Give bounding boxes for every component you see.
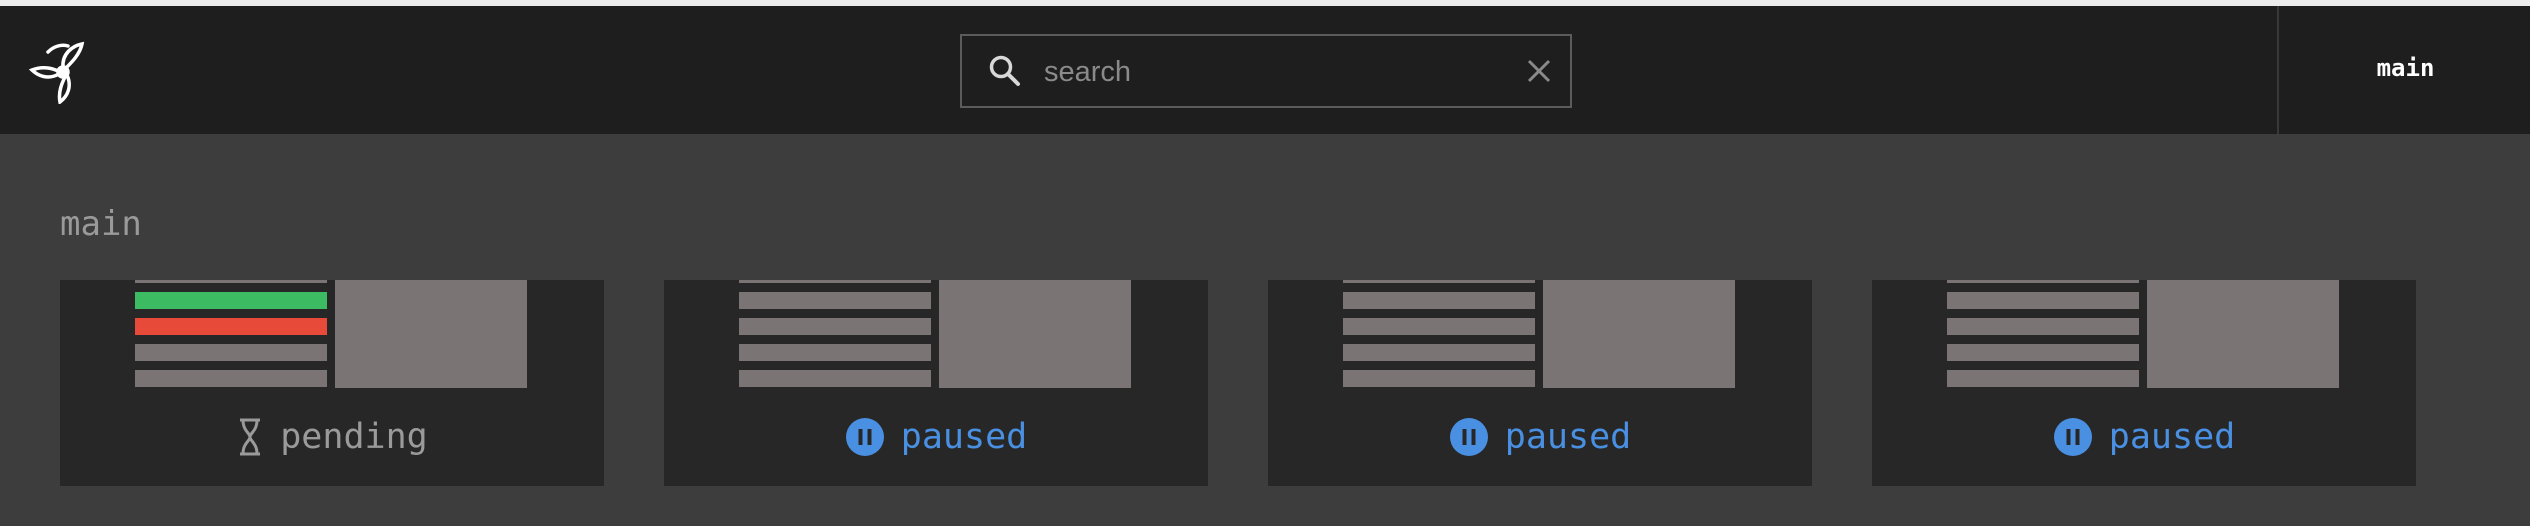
group-title: main [60, 204, 142, 244]
resource-box[interactable] [2147, 280, 2339, 388]
team-label[interactable]: main [2279, 54, 2530, 82]
job-bar[interactable] [1343, 370, 1535, 387]
job-bar[interactable] [1947, 318, 2139, 335]
pipeline-status: pending [60, 414, 604, 460]
pipeline-preview[interactable] [1947, 280, 2339, 388]
job-bar[interactable] [1343, 344, 1535, 361]
concourse-logo-icon[interactable] [28, 40, 98, 106]
job-bar[interactable] [739, 344, 931, 361]
job-bar[interactable] [739, 318, 931, 335]
resource-box[interactable] [335, 280, 527, 388]
job-bar[interactable] [1947, 292, 2139, 309]
job-bar[interactable] [1947, 344, 2139, 361]
job-bars [135, 280, 327, 388]
job-bars [1343, 280, 1535, 388]
pipeline-card[interactable]: pending [60, 280, 604, 486]
top-bar: main [0, 6, 2530, 134]
pipeline-preview[interactable] [1343, 280, 1735, 388]
job-bar[interactable] [1343, 318, 1535, 335]
team-selector[interactable]: main [2277, 6, 2530, 134]
resource-box[interactable] [1543, 280, 1735, 388]
job-bar[interactable] [739, 292, 931, 309]
job-bar[interactable] [1343, 292, 1535, 309]
hourglass-icon [236, 417, 264, 457]
job-bar[interactable] [135, 318, 327, 335]
pipeline-preview[interactable] [739, 280, 1131, 388]
pipeline-card[interactable]: paused [664, 280, 1208, 486]
pipeline-status-label: paused [1504, 417, 1632, 457]
job-bar[interactable] [135, 370, 327, 387]
job-bars [1947, 280, 2139, 388]
pipeline-card[interactable]: paused [1268, 280, 1812, 486]
job-bar[interactable] [1947, 370, 2139, 387]
close-icon[interactable] [1524, 56, 1554, 86]
search-icon [988, 54, 1022, 88]
pause-circle-icon[interactable] [1449, 417, 1489, 457]
pipeline-status: paused [664, 414, 1208, 460]
pipeline-status-label: paused [900, 417, 1028, 457]
job-bars [739, 280, 931, 388]
search-input[interactable] [1044, 50, 1464, 94]
job-bar[interactable] [135, 292, 327, 309]
resource-box[interactable] [939, 280, 1131, 388]
pipeline-card[interactable]: paused [1872, 280, 2416, 486]
pipeline-status: paused [1872, 414, 2416, 460]
job-bar[interactable] [739, 370, 931, 387]
pause-circle-icon[interactable] [845, 417, 885, 457]
job-bar-divider [739, 280, 931, 283]
job-bar-divider [135, 280, 327, 283]
job-bar-divider [1947, 280, 2139, 283]
job-bar[interactable] [135, 344, 327, 361]
search-box[interactable] [960, 34, 1572, 108]
pause-circle-icon[interactable] [2053, 417, 2093, 457]
pipeline-status: paused [1268, 414, 1812, 460]
pipeline-status-label: paused [2108, 417, 2236, 457]
pipeline-status-label: pending [280, 417, 428, 457]
job-bar-divider [1343, 280, 1535, 283]
pipeline-preview[interactable] [135, 280, 527, 388]
